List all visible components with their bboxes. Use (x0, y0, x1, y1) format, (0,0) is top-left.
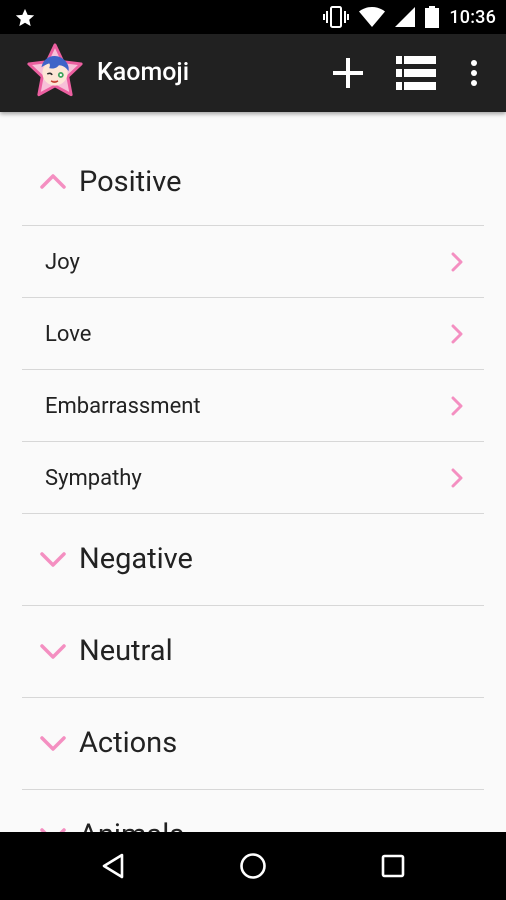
subcategory-label: Joy (45, 250, 80, 275)
status-time: 10:36 (449, 6, 496, 28)
category-positive[interactable]: Positive (22, 112, 484, 226)
subcategory-sympathy[interactable]: Sympathy (22, 442, 484, 514)
app-bar: Kaomoji (0, 34, 506, 112)
list-view-icon (396, 56, 436, 90)
category-label: Negative (79, 542, 193, 576)
subcategory-embarrassment[interactable]: Embarrassment (22, 370, 484, 442)
category-list-container[interactable]: Positive Joy Love Embarrassment Sympathy (0, 112, 506, 832)
signal-icon (395, 7, 416, 27)
category-neutral[interactable]: Neutral (22, 606, 484, 698)
chevron-right-icon (451, 396, 463, 416)
back-icon (102, 853, 124, 879)
chevron-down-icon (40, 643, 66, 659)
category-label: Positive (79, 165, 182, 199)
subcategory-label: Love (45, 322, 92, 347)
add-icon (333, 58, 363, 88)
chevron-right-icon (451, 252, 463, 272)
wifi-icon (359, 7, 386, 27)
navigation-bar (0, 832, 506, 900)
more-vert-icon (471, 60, 477, 86)
subcategory-label: Sympathy (45, 466, 142, 491)
recents-icon (381, 854, 405, 878)
subcategory-love[interactable]: Love (22, 298, 484, 370)
star-icon (15, 8, 35, 27)
chevron-right-icon (451, 324, 463, 344)
category-label: Animals (79, 790, 184, 832)
chevron-down-icon (40, 735, 66, 751)
status-bar: 10:36 (0, 0, 506, 34)
kaomoji-star-logo (27, 43, 83, 97)
overflow-menu-button[interactable] (462, 34, 486, 112)
category-label: Neutral (79, 634, 173, 668)
category-negative[interactable]: Negative (22, 514, 484, 606)
vibrate-icon (323, 6, 350, 28)
chevron-right-icon (451, 468, 463, 488)
recents-button[interactable] (363, 832, 423, 900)
battery-icon (425, 6, 440, 28)
category-list: Positive Joy Love Embarrassment Sympathy (22, 112, 484, 832)
chevron-down-icon (40, 551, 66, 567)
category-animals[interactable]: Animals (22, 790, 484, 832)
back-button[interactable] (83, 832, 143, 900)
category-actions[interactable]: Actions (22, 698, 484, 790)
home-icon (240, 853, 266, 879)
home-button[interactable] (223, 832, 283, 900)
list-view-button[interactable] (392, 34, 440, 112)
category-label: Actions (79, 726, 178, 760)
subcategory-joy[interactable]: Joy (22, 226, 484, 298)
add-button[interactable] (326, 34, 370, 112)
chevron-up-icon (40, 174, 66, 189)
app-title: Kaomoji (97, 58, 190, 87)
subcategory-label: Embarrassment (45, 394, 201, 419)
